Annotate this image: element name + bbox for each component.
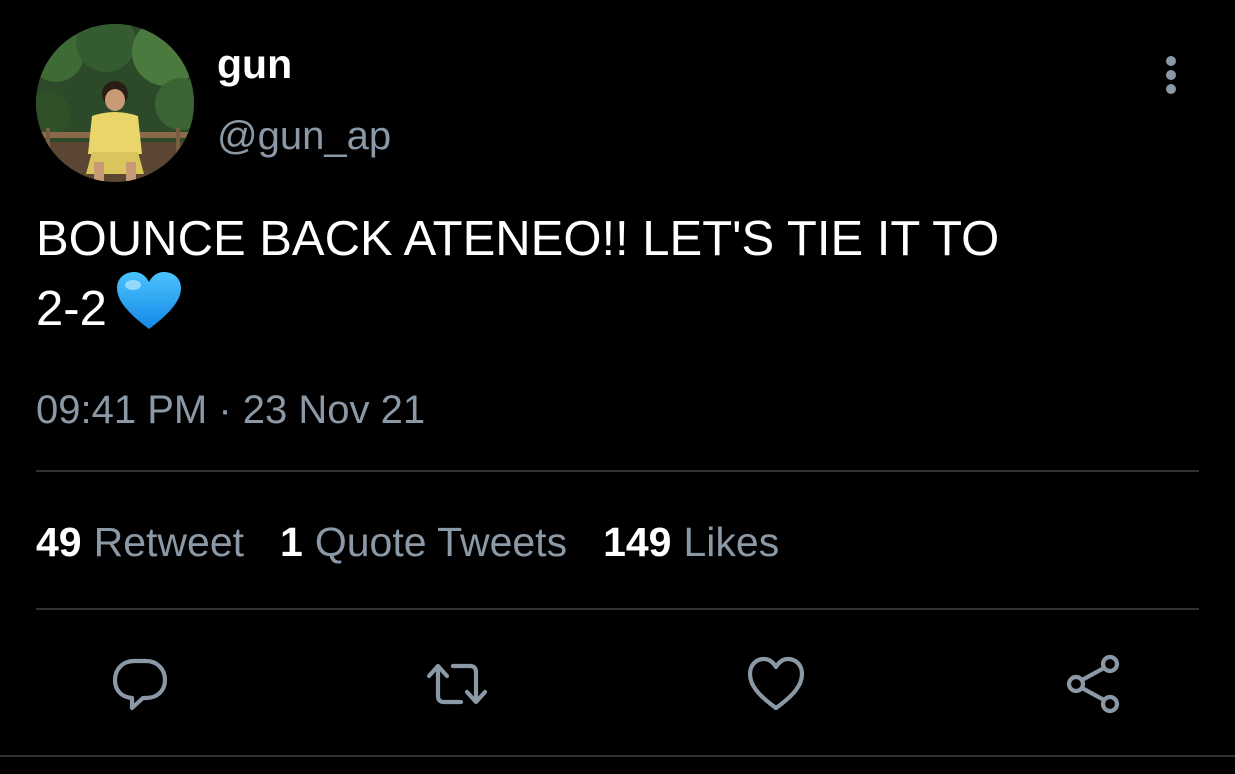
retweet-icon	[426, 663, 488, 705]
user-handle[interactable]: @gun_ap	[217, 112, 391, 160]
reply-button[interactable]	[108, 652, 172, 716]
more-dot	[1166, 84, 1176, 94]
more-vertical-icon	[1166, 56, 1176, 66]
retweet-button[interactable]	[425, 652, 489, 716]
avatar[interactable]	[36, 24, 194, 182]
reply-icon	[112, 658, 168, 711]
likes-stat[interactable]: 149 Likes	[603, 518, 779, 566]
tweet-text-line1: BOUNCE BACK ATENEO!! LET'S TIE IT TO	[36, 212, 1000, 266]
likes-count: 149	[603, 519, 672, 565]
share-button[interactable]	[1062, 652, 1126, 716]
more-options-button[interactable]	[1148, 50, 1196, 100]
retweets-label: Retweet	[93, 519, 245, 565]
likes-label: Likes	[683, 519, 780, 565]
tweet-stats: 49 Retweet 1 Quote Tweets 149 Likes	[36, 518, 815, 566]
divider	[36, 470, 1199, 472]
tweet-text-line2: 2-2	[36, 282, 107, 336]
retweets-stat[interactable]: 49 Retweet	[36, 518, 244, 566]
quote-tweets-stat[interactable]: 1 Quote Tweets	[280, 518, 567, 566]
retweets-count: 49	[36, 519, 82, 565]
like-button[interactable]	[744, 652, 808, 716]
avatar-photo	[36, 24, 194, 182]
display-name[interactable]: gun	[217, 40, 292, 88]
more-dot	[1166, 70, 1176, 80]
tweet-timestamp[interactable]: 09:41 PM · 23 Nov 21	[36, 386, 425, 434]
divider	[36, 608, 1199, 610]
quote-tweets-count: 1	[280, 519, 303, 565]
share-icon	[1066, 654, 1120, 714]
blue-heart-emoji-icon	[115, 271, 183, 347]
tweet-text: BOUNCE BACK ATENEO!! LET'S TIE IT TO 2-2	[36, 208, 1166, 347]
divider	[0, 755, 1235, 757]
like-icon	[747, 656, 805, 711]
quote-tweets-label: Quote Tweets	[314, 519, 568, 565]
